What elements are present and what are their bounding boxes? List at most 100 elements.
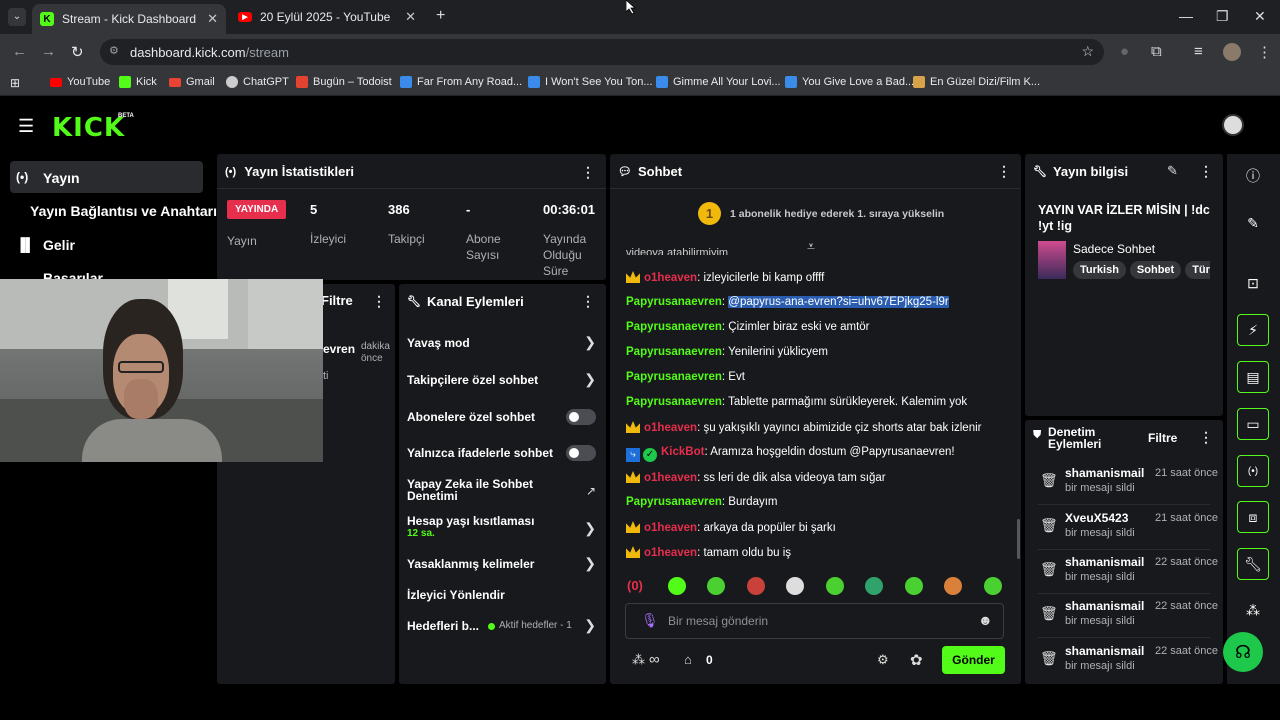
- chat-message[interactable]: Papyrusanaevren: Tablette parmağımı sürü…: [626, 396, 967, 408]
- emotes-only-toggle[interactable]: [566, 445, 596, 461]
- chat-message[interactable]: ⤷ ✓ KickBot: Aramıza hoşgeldin dostum @Pap…: [626, 446, 955, 462]
- chat-message[interactable]: o1heaven: izleyicilerle bi kamp offff: [626, 271, 824, 284]
- chat-username[interactable]: o1heaven: [644, 547, 697, 559]
- emote-zero[interactable]: (0): [627, 578, 643, 593]
- chat-input[interactable]: 🎙︎ Bir mesaj gönderin ☻: [625, 603, 1004, 639]
- category-name[interactable]: Sadece Sohbet: [1073, 242, 1155, 256]
- emote-icon[interactable]: [668, 577, 686, 595]
- chat-message[interactable]: o1heaven: tamam oldu bu iş: [626, 546, 791, 559]
- chat-message[interactable]: Papyrusanaevren: @papyrus-ana-evren?si=u…: [626, 296, 949, 308]
- subscribers-only-toggle[interactable]: [566, 409, 596, 425]
- url-field[interactable]: ⚙ dashboard.kick.com/stream ☆: [100, 39, 1104, 65]
- emote-icon[interactable]: [707, 577, 725, 595]
- forward-icon[interactable]: →: [41, 43, 56, 60]
- notes-icon[interactable]: ▤: [1237, 361, 1269, 393]
- tab-search-icon[interactable]: ⌄: [8, 8, 26, 26]
- bookmark-song-1[interactable]: Far From Any Road...: [400, 76, 522, 88]
- bookmark-kick[interactable]: Kick: [119, 76, 157, 88]
- broadcast-rail-icon[interactable]: (•): [1237, 455, 1269, 487]
- tag-pill[interactable]: Türk: [1185, 261, 1210, 279]
- more-options-icon[interactable]: ⋮: [581, 164, 595, 181]
- gift-rank-text[interactable]: 1 abonelik hediye ederek 1. sıraya yükse…: [730, 208, 944, 220]
- bookmark-todoist[interactable]: Bugün – Todoist: [296, 76, 392, 88]
- chat-message[interactable]: Papyrusanaevren: Evt: [626, 371, 745, 383]
- chat-message[interactable]: Papyrusanaevren: Yenilerini yüklicyem: [626, 346, 828, 358]
- emote-icon[interactable]: [944, 577, 962, 595]
- tag-pill[interactable]: Sohbet: [1129, 261, 1182, 279]
- gift-icon[interactable]: ✿: [910, 651, 923, 669]
- category-thumbnail[interactable]: [1038, 241, 1066, 279]
- browser-menu-icon[interactable]: ⋮: [1257, 43, 1272, 61]
- sidebar-item-stream-key[interactable]: Yayın Bağlantısı ve Anahtarı: [30, 203, 217, 219]
- chevron-right-icon[interactable]: ❯: [584, 555, 596, 572]
- apps-grid-icon[interactable]: ⊞: [10, 76, 20, 90]
- support-headset-icon[interactable]: ☊: [1223, 632, 1263, 672]
- points-rail-icon[interactable]: ⁂: [1237, 594, 1269, 626]
- close-tab-icon[interactable]: ✕: [207, 11, 218, 27]
- close-tab-icon[interactable]: ✕: [405, 9, 416, 25]
- media-control-icon[interactable]: ≡: [1194, 43, 1203, 60]
- emoji-picker-icon[interactable]: ☻: [978, 612, 993, 628]
- kick-logo[interactable]: KICK: [52, 113, 125, 143]
- chat-username[interactable]: Papyrusanaevren: [626, 396, 722, 408]
- mod-action-row[interactable]: 🗑︎ shamanismail 22 saat önce bir mesajı sil…: [1038, 644, 1218, 688]
- bookmark-gmail[interactable]: Gmail: [169, 76, 215, 88]
- action-goals[interactable]: Hedefleri b...: [407, 619, 487, 633]
- back-icon[interactable]: ←: [12, 43, 27, 60]
- send-button[interactable]: Gönder: [942, 646, 1005, 674]
- emote-icon[interactable]: [826, 577, 844, 595]
- bookmark-star-icon[interactable]: ☆: [1081, 43, 1094, 60]
- chevron-right-icon[interactable]: ❯: [584, 371, 596, 388]
- chat-username[interactable]: Papyrusanaevren: [626, 496, 722, 508]
- chat-message[interactable]: Papyrusanaevren: Çizimler biraz eski ve …: [626, 321, 870, 333]
- profile-avatar[interactable]: [1223, 43, 1241, 61]
- tab-kick-dashboard[interactable]: K Stream - Kick Dashboard ✕: [32, 4, 226, 34]
- sidebar-item-yayin[interactable]: [10, 161, 203, 193]
- reload-icon[interactable]: ↻: [71, 43, 84, 61]
- maximize-icon[interactable]: ❐: [1216, 8, 1229, 25]
- chat-username[interactable]: Papyrusanaevren: [626, 346, 722, 358]
- external-link-icon[interactable]: ↗: [586, 484, 596, 498]
- chat-scrollbar[interactable]: [1017, 519, 1020, 559]
- more-options-icon[interactable]: ⋮: [372, 293, 386, 310]
- bookmark-song-4[interactable]: You Give Love a Bad...: [785, 76, 914, 88]
- action-ai-moderation[interactable]: Yapay Zeka ile Sohbet Denetimi: [407, 478, 547, 502]
- extension-icon[interactable]: ●: [1120, 43, 1129, 60]
- chat-message[interactable]: o1heaven: arkaya da popüler bi şarkı: [626, 521, 836, 534]
- edit-pencil-icon[interactable]: ✎: [1167, 163, 1178, 179]
- chat-icon[interactable]: ▭: [1237, 408, 1269, 440]
- screenshot-icon[interactable]: ⊡: [1237, 267, 1269, 299]
- edit-icon[interactable]: ✎: [1237, 207, 1269, 239]
- bookmark-chatgpt[interactable]: ChatGPT: [226, 76, 289, 88]
- extensions-puzzle-icon[interactable]: ⧉: [1151, 43, 1162, 60]
- chevron-right-icon[interactable]: ❯: [584, 617, 596, 634]
- info-icon[interactable]: ⓘ: [1237, 160, 1269, 192]
- chat-message[interactable]: o1heaven: şu yakışıklı yayıncı abimizide…: [626, 421, 981, 434]
- user-avatar[interactable]: [1222, 114, 1244, 136]
- hamburger-menu-icon[interactable]: ☰: [18, 116, 34, 137]
- chat-username[interactable]: Papyrusanaevren: [626, 296, 722, 308]
- bookmark-song-3[interactable]: Gimme All Your Lovi...: [656, 76, 781, 88]
- close-window-icon[interactable]: ✕: [1254, 8, 1266, 25]
- site-info-icon[interactable]: ⚙: [109, 44, 119, 57]
- chevron-right-icon[interactable]: ❯: [584, 334, 596, 351]
- emote-icon[interactable]: [747, 577, 765, 595]
- bookmark-dizi[interactable]: En Güzel Dizi/Film K...: [913, 76, 1040, 88]
- more-options-icon[interactable]: ⋮: [997, 163, 1011, 180]
- lightning-icon[interactable]: ⚡︎: [1237, 314, 1269, 346]
- chevron-right-icon[interactable]: ❯: [584, 520, 596, 537]
- action-followers-only[interactable]: Takipçilere özel sohbet: [407, 373, 587, 387]
- microphone-icon[interactable]: 🎙︎: [641, 612, 659, 629]
- action-raid[interactable]: İzleyici Yönlendir: [407, 588, 587, 602]
- emote-icon[interactable]: [786, 577, 804, 595]
- more-options-icon[interactable]: ⋮: [581, 293, 595, 310]
- more-options-icon[interactable]: ⋮: [1199, 163, 1213, 180]
- chat-username[interactable]: o1heaven: [644, 272, 697, 284]
- action-banned-words[interactable]: Yasaklanmış kelimeler: [407, 557, 587, 571]
- store-icon[interactable]: ⌂: [684, 652, 692, 667]
- emote-icon[interactable]: [905, 577, 923, 595]
- chat-message[interactable]: Papyrusanaevren: Burdayım: [626, 496, 778, 508]
- bookmark-youtube[interactable]: YouTube: [50, 76, 110, 88]
- sidebar-item-gelir[interactable]: Gelir: [43, 237, 75, 253]
- more-options-icon[interactable]: ⋮: [1199, 429, 1213, 446]
